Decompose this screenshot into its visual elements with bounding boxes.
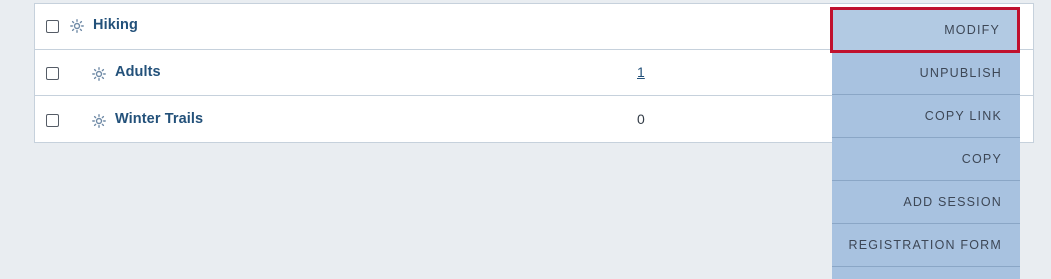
row-label[interactable]: Winter Trails	[115, 111, 203, 127]
sun-icon	[70, 19, 84, 33]
row-select-checkbox[interactable]	[46, 114, 59, 127]
menu-item-copy[interactable]: COPY	[832, 138, 1020, 181]
menu-item-modify[interactable]: MODIFY	[830, 7, 1020, 53]
row-label[interactable]: Hiking	[93, 17, 138, 33]
menu-item-registration-form[interactable]: REGISTRATION FORM	[832, 224, 1020, 267]
sun-icon	[92, 114, 106, 128]
sun-icon	[92, 67, 106, 81]
row-select-checkbox[interactable]	[46, 67, 59, 80]
menu-item-unpublish[interactable]: UNPUBLISH	[832, 52, 1020, 95]
count-value: 0	[637, 111, 645, 127]
row-select-checkbox[interactable]	[46, 20, 59, 33]
row-label[interactable]: Adults	[115, 64, 161, 80]
menu-item-copy-link[interactable]: COPY LINK	[832, 95, 1020, 138]
count-link[interactable]: 1	[637, 64, 645, 80]
actions-dropdown-menu: MODIFY UNPUBLISH COPY LINK COPY ADD SESS…	[830, 7, 1020, 279]
menu-item-add-session[interactable]: ADD SESSION	[832, 181, 1020, 224]
